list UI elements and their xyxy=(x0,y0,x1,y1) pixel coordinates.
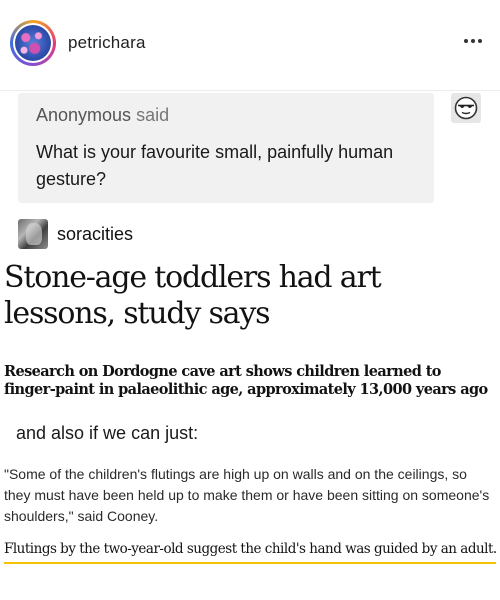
reblog-comment: and also if we can just: xyxy=(16,423,199,443)
ask-box: Anonymous said What is your favourite sm… xyxy=(18,93,434,203)
avatar-image xyxy=(15,25,51,61)
more-horizontal-icon[interactable] xyxy=(458,28,488,54)
reblog-avatar-figure xyxy=(26,223,42,245)
asker-name: Anonymous xyxy=(36,105,132,125)
more-dot xyxy=(471,39,475,43)
avatar[interactable] xyxy=(10,20,56,66)
article-standfirst: Research on Dordogne cave art shows chil… xyxy=(4,363,488,398)
more-dot xyxy=(464,39,468,43)
more-dot xyxy=(478,39,482,43)
article-quote: "Some of the children's flutings are hig… xyxy=(4,466,490,524)
reblog-avatar[interactable] xyxy=(18,219,48,249)
anonymous-sunglasses-icon xyxy=(451,93,481,123)
said-label: said xyxy=(136,105,170,125)
post-header: petrichara xyxy=(0,0,500,91)
avatar-frame xyxy=(13,23,53,63)
ask-attribution: Anonymous said xyxy=(36,105,169,126)
article-caption: Flutings by the two-year-old suggest the… xyxy=(4,539,497,564)
post-username[interactable]: petrichara xyxy=(68,33,146,53)
article-headline: Stone-age toddlers had art lessons, stud… xyxy=(4,260,382,331)
reblog-username[interactable]: soracities xyxy=(57,224,133,245)
ask-question: What is your favourite small, painfully … xyxy=(36,142,394,189)
